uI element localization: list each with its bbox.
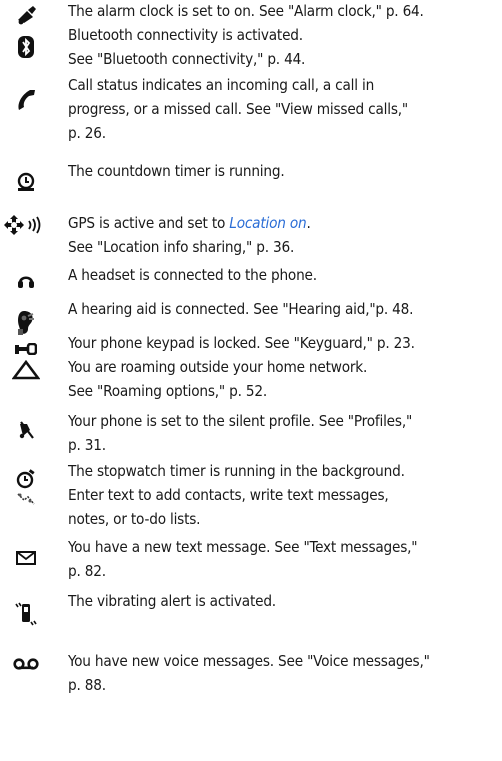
entry-text-line: See "Bluetooth connectivity," p. 44. — [68, 49, 306, 68]
entry-text-line: The countdown timer is running. — [68, 162, 285, 180]
entry-text-line: The vibrating alert is activated. — [68, 592, 276, 610]
keypad-lock-icon — [0, 343, 52, 355]
bluetooth-icon — [0, 36, 52, 58]
entry-text-line: You have new voice messages. See "Voice … — [68, 652, 430, 670]
entry-text-line: p. 82. — [68, 561, 106, 580]
entry-text-line: Bluetooth connectivity is activated. — [68, 26, 303, 44]
entry-text-line: GPS is active and set to Location on. — [68, 214, 311, 232]
stopwatch-icon — [0, 469, 52, 489]
entry-text-line: progress, or a missed call. See "View mi… — [68, 99, 408, 118]
location-on-link[interactable]: Location on — [229, 214, 306, 232]
countdown-timer-icon — [0, 172, 52, 192]
headset-icon — [0, 272, 52, 288]
voicemail-icon — [0, 658, 52, 670]
entry-text-line: The alarm clock is set to on. See "Alarm… — [68, 2, 424, 20]
entry-text-line: p. 31. — [68, 435, 106, 454]
text-input-icon — [0, 492, 52, 506]
hearing-aid-icon — [0, 310, 52, 336]
roaming-icon — [0, 360, 52, 380]
entry-text-line: Your phone keypad is locked. See "Keygua… — [68, 334, 415, 352]
envelope-icon — [0, 551, 52, 565]
alarm-clock-icon — [0, 6, 52, 26]
entry-text-line: You have a new text message. See "Text m… — [68, 538, 418, 556]
entry-text-line: See "Location info sharing," p. 36. — [68, 237, 295, 256]
vibrating-alert-icon — [0, 598, 52, 628]
entry-text-line: p. 26. — [68, 123, 106, 142]
entry-text-line: notes, or to-do lists. — [68, 509, 201, 528]
entry-text-line: p. 88. — [68, 675, 106, 694]
entry-text-line: The stopwatch timer is running in the ba… — [68, 462, 405, 480]
entry-text-line: A headset is connected to the phone. — [68, 266, 317, 284]
gps-icon — [2, 214, 62, 236]
entry-text-line: Call status indicates an incoming call, … — [68, 76, 375, 94]
entry-text-line: Enter text to add contacts, write text m… — [68, 486, 389, 504]
silent-profile-icon — [0, 420, 52, 440]
entry-text-line: Your phone is set to the silent profile.… — [68, 412, 413, 430]
call-handset-icon — [0, 88, 52, 112]
entry-text-line: A hearing aid is connected. See "Hearing… — [68, 300, 414, 318]
entry-text-line: See "Roaming options," p. 52. — [68, 381, 267, 400]
entry-text-line: You are roaming outside your home networ… — [68, 358, 368, 376]
